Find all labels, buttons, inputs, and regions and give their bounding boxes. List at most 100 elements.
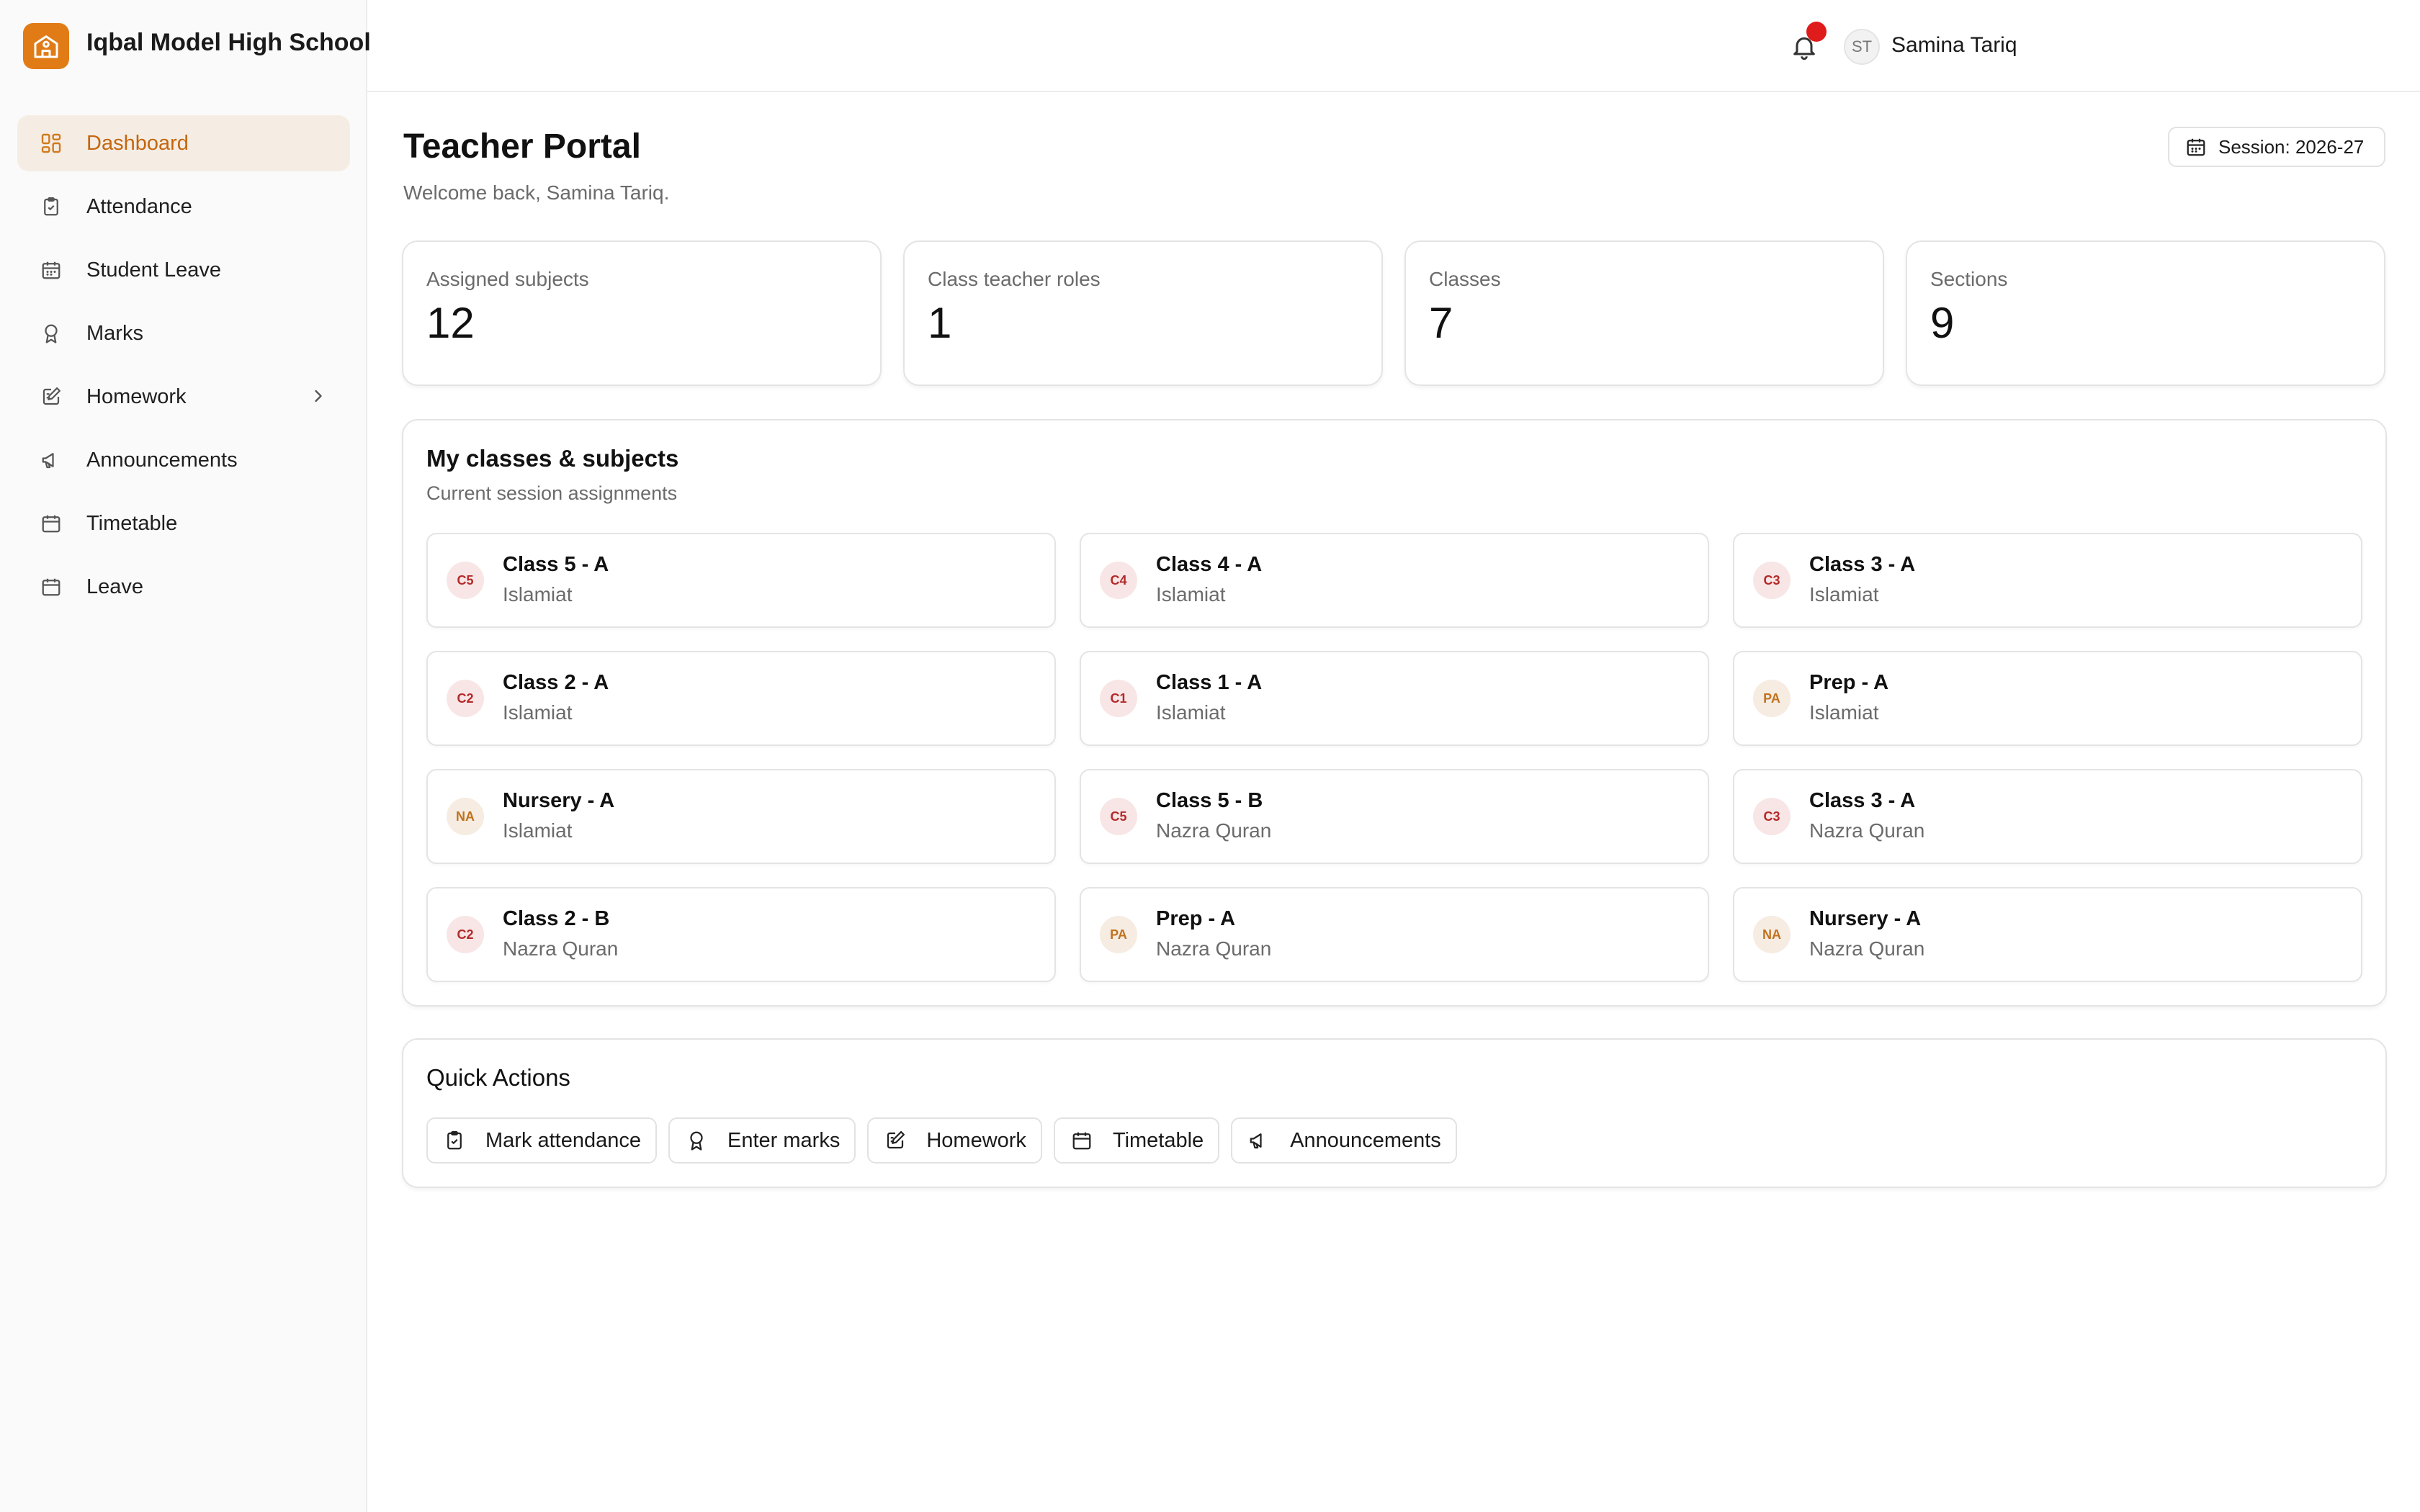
class-tile[interactable]: C4 Class 4 - A Islamiat (1080, 533, 1709, 628)
calendar-icon (2185, 136, 2207, 158)
sidebar-item-label: Marks (86, 321, 143, 345)
stat-card-class-teacher-roles: Class teacher roles 1 (903, 240, 1383, 386)
button-label: Mark attendance (485, 1128, 642, 1152)
class-name: Class 3 - A (1809, 789, 1916, 812)
class-name: Class 5 - A (503, 553, 609, 576)
class-name: Prep - A (1156, 907, 1236, 930)
classes-subjects-card: My classes & subjects Current session as… (402, 419, 2387, 1007)
button-label: Homework (926, 1128, 1026, 1152)
dashboard-icon (39, 131, 63, 156)
sidebar-item-student-leave[interactable]: Student Leave (17, 242, 350, 298)
user-name[interactable]: Samina Tariq (1891, 33, 2017, 58)
class-tile[interactable]: C1 Class 1 - A Islamiat (1080, 651, 1709, 746)
section-subtitle: Current session assignments (426, 482, 678, 504)
session-label: Session: 2026-27 (2218, 135, 2365, 158)
sidebar-item-leave[interactable]: Leave (17, 559, 350, 615)
class-tile[interactable]: NA Nursery - A Islamiat (426, 769, 1056, 864)
sidebar-nav: Dashboard Attendance Student Leave Marks… (17, 115, 350, 622)
stat-card-sections: Sections 9 (1906, 240, 2385, 386)
section-title: Quick Actions (426, 1064, 570, 1091)
subject-name: Islamiat (1809, 583, 1879, 606)
class-tile[interactable]: C3 Class 3 - A Islamiat (1733, 533, 2362, 628)
class-tile[interactable]: C2 Class 2 - A Islamiat (426, 651, 1056, 746)
class-tile[interactable]: NA Nursery - A Nazra Quran (1733, 887, 2362, 982)
sidebar-item-label: Attendance (86, 194, 192, 218)
stat-label: Sections (1930, 268, 2008, 290)
announcements-button[interactable]: Announcements (1231, 1117, 1457, 1164)
session-selector[interactable]: Session: 2026-27 (2168, 127, 2385, 167)
stat-label: Assigned subjects (426, 268, 589, 290)
enter-marks-button[interactable]: Enter marks (668, 1117, 856, 1164)
page-title: Teacher Portal (403, 127, 641, 166)
class-grid: C5 Class 5 - A Islamiat C4 Class 4 - A I… (426, 533, 2362, 982)
calendar-icon (39, 575, 63, 599)
class-name: Class 1 - A (1156, 671, 1263, 694)
homework-button[interactable]: Homework (867, 1117, 1042, 1164)
megaphone-icon (39, 448, 63, 472)
subject-name: Nazra Quran (503, 937, 619, 960)
class-name: Nursery - A (503, 789, 615, 812)
class-name: Class 5 - B (1156, 789, 1263, 812)
class-badge: PA (1100, 916, 1137, 953)
stat-card-assigned-subjects: Assigned subjects 12 (402, 240, 882, 386)
award-icon (39, 321, 63, 346)
subject-name: Nazra Quran (1156, 937, 1272, 960)
class-name: Class 4 - A (1156, 553, 1263, 576)
class-badge: C3 (1753, 562, 1791, 599)
sidebar-item-label: Dashboard (86, 131, 189, 155)
button-label: Enter marks (727, 1128, 841, 1152)
stat-value: 9 (1930, 299, 1955, 347)
class-tile[interactable]: C2 Class 2 - B Nazra Quran (426, 887, 1056, 982)
subject-name: Islamiat (1156, 701, 1226, 724)
class-tile[interactable]: C5 Class 5 - A Islamiat (426, 533, 1056, 628)
sidebar-item-label: Announcements (86, 448, 238, 472)
subject-name: Nazra Quran (1809, 819, 1925, 842)
sidebar-item-attendance[interactable]: Attendance (17, 179, 350, 235)
school-icon (23, 23, 69, 69)
subject-name: Islamiat (1809, 701, 1879, 724)
stat-value: 1 (928, 299, 952, 347)
edit-square-icon (39, 384, 63, 409)
sidebar-item-label: Homework (86, 384, 187, 408)
class-tile[interactable]: PA Prep - A Nazra Quran (1080, 887, 1709, 982)
page-subtitle: Welcome back, Samina Tariq. (403, 181, 670, 204)
subject-name: Islamiat (503, 819, 573, 842)
class-name: Prep - A (1809, 671, 1889, 694)
class-name: Class 2 - B (503, 907, 610, 930)
stat-card-classes: Classes 7 (1404, 240, 1884, 386)
class-badge: C5 (447, 562, 484, 599)
subject-name: Nazra Quran (1809, 937, 1925, 960)
class-badge: C2 (447, 680, 484, 717)
class-badge: NA (1753, 916, 1791, 953)
calendar-icon (39, 511, 63, 536)
subject-name: Islamiat (1156, 583, 1226, 606)
class-name: Nursery - A (1809, 907, 1922, 930)
class-tile[interactable]: C5 Class 5 - B Nazra Quran (1080, 769, 1709, 864)
class-badge: C3 (1753, 798, 1791, 835)
calendar-icon (1070, 1128, 1094, 1153)
sidebar-item-dashboard[interactable]: Dashboard (17, 115, 350, 171)
timetable-button[interactable]: Timetable (1053, 1117, 1220, 1164)
sidebar: Iqbal Model High School Dashboard Attend… (0, 0, 371, 1512)
clipboard-check-icon (442, 1128, 467, 1153)
avatar[interactable]: ST (1844, 29, 1880, 65)
section-title: My classes & subjects (426, 445, 679, 472)
button-label: Announcements (1290, 1128, 1441, 1152)
class-tile[interactable]: C3 Class 3 - A Nazra Quran (1733, 769, 2362, 864)
mark-attendance-button[interactable]: Mark attendance (426, 1117, 658, 1164)
sidebar-item-marks[interactable]: Marks (17, 305, 350, 361)
megaphone-icon (1247, 1128, 1271, 1153)
sidebar-item-label: Leave (86, 575, 144, 598)
sidebar-item-announcements[interactable]: Announcements (17, 432, 350, 488)
stat-label: Classes (1429, 268, 1501, 290)
class-badge: C5 (1100, 798, 1137, 835)
chevron-right-icon[interactable] (308, 386, 328, 406)
sidebar-item-label: Timetable (86, 511, 178, 535)
notification-badge (1806, 22, 1827, 42)
class-badge: C1 (1100, 680, 1137, 717)
class-badge: PA (1753, 680, 1791, 717)
class-tile[interactable]: PA Prep - A Islamiat (1733, 651, 2362, 746)
sidebar-item-timetable[interactable]: Timetable (17, 495, 350, 552)
sidebar-item-homework[interactable]: Homework (17, 369, 350, 425)
brand[interactable]: Iqbal Model High School (0, 0, 371, 92)
